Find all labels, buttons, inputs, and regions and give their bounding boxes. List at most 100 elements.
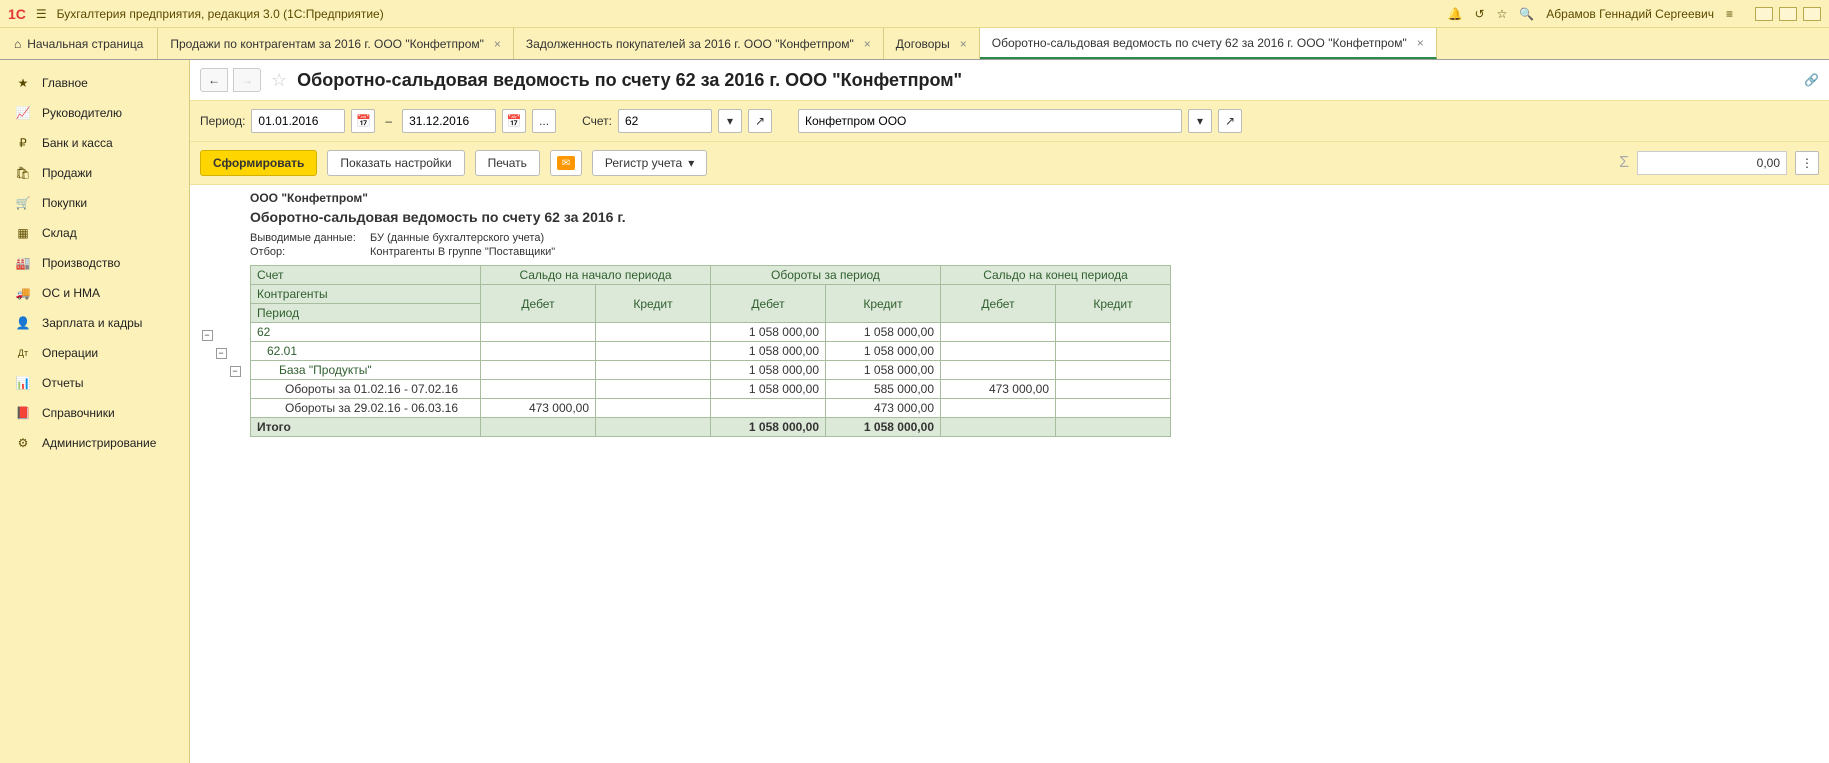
org-dropdown-icon[interactable]: ▾: [1188, 109, 1212, 133]
th-debit: Дебет: [711, 285, 826, 323]
report-org: ООО "Конфетпром": [250, 189, 1819, 207]
cell: 1 058 000,00: [826, 361, 941, 380]
row-label: 62: [251, 323, 481, 342]
cell: 1 058 000,00: [826, 342, 941, 361]
org-field[interactable]: [798, 109, 1182, 133]
cell: 1 058 000,00: [826, 418, 941, 437]
dtkt-icon: Дт: [14, 348, 32, 358]
params-bar: Период: 📅 – 📅 ... Счет: ▾ ↗ ▾ ↗: [190, 100, 1829, 142]
sidebar-item-operations[interactable]: ДтОперации: [0, 338, 189, 368]
account-field[interactable]: [618, 109, 712, 133]
nav-back-button[interactable]: ←: [200, 68, 228, 92]
sidebar-item-label: Склад: [42, 226, 77, 240]
close-icon[interactable]: ×: [494, 37, 501, 51]
sidebar-item-reports[interactable]: 📊Отчеты: [0, 368, 189, 398]
account-open-icon[interactable]: ↗: [748, 109, 772, 133]
org-open-icon[interactable]: ↗: [1218, 109, 1242, 133]
th-credit: Кредит: [596, 285, 711, 323]
tabs-bar: ⌂ Начальная страница Продажи по контраге…: [0, 28, 1829, 60]
settings-button[interactable]: Показать настройки: [327, 150, 464, 176]
th-debit: Дебет: [941, 285, 1056, 323]
table-row[interactable]: Обороты за 01.02.16 - 07.02.16 1 058 000…: [251, 380, 1171, 399]
date-from-field[interactable]: [251, 109, 345, 133]
print-button[interactable]: Печать: [475, 150, 540, 176]
tree-collapse-icon[interactable]: −: [216, 348, 227, 359]
gear-icon: ⚙: [14, 436, 32, 450]
tab-debt[interactable]: Задолженность покупателей за 2016 г. ООО…: [514, 28, 884, 59]
meta-label: Выводимые данные:: [250, 232, 370, 244]
form-button[interactable]: Сформировать: [200, 150, 317, 176]
th-contragents: Контрагенты: [251, 285, 481, 304]
tab-sales[interactable]: Продажи по контрагентам за 2016 г. ООО "…: [158, 28, 514, 59]
nav-forward-button[interactable]: →: [233, 68, 261, 92]
sidebar-item-label: Покупки: [42, 196, 87, 210]
cell: 1 058 000,00: [826, 323, 941, 342]
sidebar-item-admin[interactable]: ⚙Администрирование: [0, 428, 189, 458]
period-picker-button[interactable]: ...: [532, 109, 556, 133]
close-icon[interactable]: ×: [864, 37, 871, 51]
sidebar-item-purchases[interactable]: 🛒Покупки: [0, 188, 189, 218]
tab-contracts[interactable]: Договоры ×: [884, 28, 980, 59]
period-label: Период:: [200, 114, 245, 128]
page-title: Оборотно-сальдовая ведомость по счету 62…: [297, 70, 962, 91]
sidebar-item-sales[interactable]: 🛍Продажи: [0, 158, 189, 188]
user-menu-caret-icon[interactable]: ≡: [1726, 7, 1733, 21]
title-bar: 1C ☰ Бухгалтерия предприятия, редакция 3…: [0, 0, 1829, 28]
register-button[interactable]: Регистр учета▾: [592, 150, 707, 176]
sidebar-item-bank[interactable]: ₽Банк и касса: [0, 128, 189, 158]
table-row[interactable]: База "Продукты" 1 058 000,00 1 058 000,0…: [251, 361, 1171, 380]
home-tab[interactable]: ⌂ Начальная страница: [0, 28, 158, 59]
table-row[interactable]: 62.01 1 058 000,00 1 058 000,00: [251, 342, 1171, 361]
sidebar-item-production[interactable]: 🏭Производство: [0, 248, 189, 278]
close-icon[interactable]: ×: [1417, 36, 1424, 50]
window-minimize[interactable]: [1755, 7, 1773, 21]
calendar-from-icon[interactable]: 📅: [351, 109, 375, 133]
sum-field[interactable]: 0,00: [1637, 151, 1787, 175]
cell: 473 000,00: [481, 399, 596, 418]
close-icon[interactable]: ×: [960, 37, 967, 51]
sidebar-item-manager[interactable]: 📈Руководителю: [0, 98, 189, 128]
link-icon[interactable]: 🔗: [1804, 73, 1819, 87]
calendar-to-icon[interactable]: 📅: [502, 109, 526, 133]
date-from-input[interactable]: [258, 114, 338, 128]
org-input[interactable]: [805, 114, 1175, 128]
user-name[interactable]: Абрамов Геннадий Сергеевич: [1546, 7, 1714, 21]
table-row[interactable]: 62 1 058 000,00 1 058 000,00: [251, 323, 1171, 342]
th-credit: Кредит: [1056, 285, 1171, 323]
history-icon[interactable]: ↺: [1475, 7, 1485, 21]
menu-icon[interactable]: ☰: [36, 7, 47, 21]
tree-collapse-icon[interactable]: −: [230, 366, 241, 377]
tab-trial-balance[interactable]: Оборотно-сальдовая ведомость по счету 62…: [980, 28, 1437, 59]
th-account: Счет: [251, 266, 481, 285]
sidebar-item-catalogs[interactable]: 📕Справочники: [0, 398, 189, 428]
date-to-field[interactable]: [402, 109, 496, 133]
total-label: Итого: [251, 418, 481, 437]
search-icon[interactable]: 🔍: [1519, 7, 1534, 21]
account-input[interactable]: [625, 114, 705, 128]
sidebar-item-assets[interactable]: 🚚ОС и НМА: [0, 278, 189, 308]
ruble-icon: ₽: [14, 136, 32, 150]
bell-icon[interactable]: 🔔: [1448, 7, 1463, 21]
date-to-input[interactable]: [409, 114, 489, 128]
tab-label: Оборотно-сальдовая ведомость по счету 62…: [992, 36, 1407, 50]
row-label: 62.01: [251, 342, 481, 361]
tree-collapse-icon[interactable]: −: [202, 330, 213, 341]
sidebar-item-label: Продажи: [42, 166, 92, 180]
dash: –: [385, 114, 392, 128]
table-row[interactable]: Обороты за 29.02.16 - 06.03.16 473 000,0…: [251, 399, 1171, 418]
th-end-balance: Сальдо на конец периода: [941, 266, 1171, 285]
app-title: Бухгалтерия предприятия, редакция 3.0 (1…: [57, 7, 384, 21]
sidebar-item-payroll[interactable]: 👤Зарплата и кадры: [0, 308, 189, 338]
report-meta-row: Выводимые данные: БУ (данные бухгалтерск…: [250, 231, 1819, 245]
window-close[interactable]: [1803, 7, 1821, 21]
window-maximize[interactable]: [1779, 7, 1797, 21]
more-button[interactable]: ⋮: [1795, 151, 1819, 175]
sidebar-item-warehouse[interactable]: ▦Склад: [0, 218, 189, 248]
th-period: Период: [251, 304, 481, 323]
account-dropdown-icon[interactable]: ▾: [718, 109, 742, 133]
favorite-star-icon[interactable]: ☆: [271, 70, 287, 91]
sidebar-item-label: Справочники: [42, 406, 115, 420]
mail-button[interactable]: ✉: [550, 150, 582, 176]
sidebar-item-main[interactable]: ★Главное: [0, 68, 189, 98]
star-icon[interactable]: ☆: [1497, 7, 1508, 21]
